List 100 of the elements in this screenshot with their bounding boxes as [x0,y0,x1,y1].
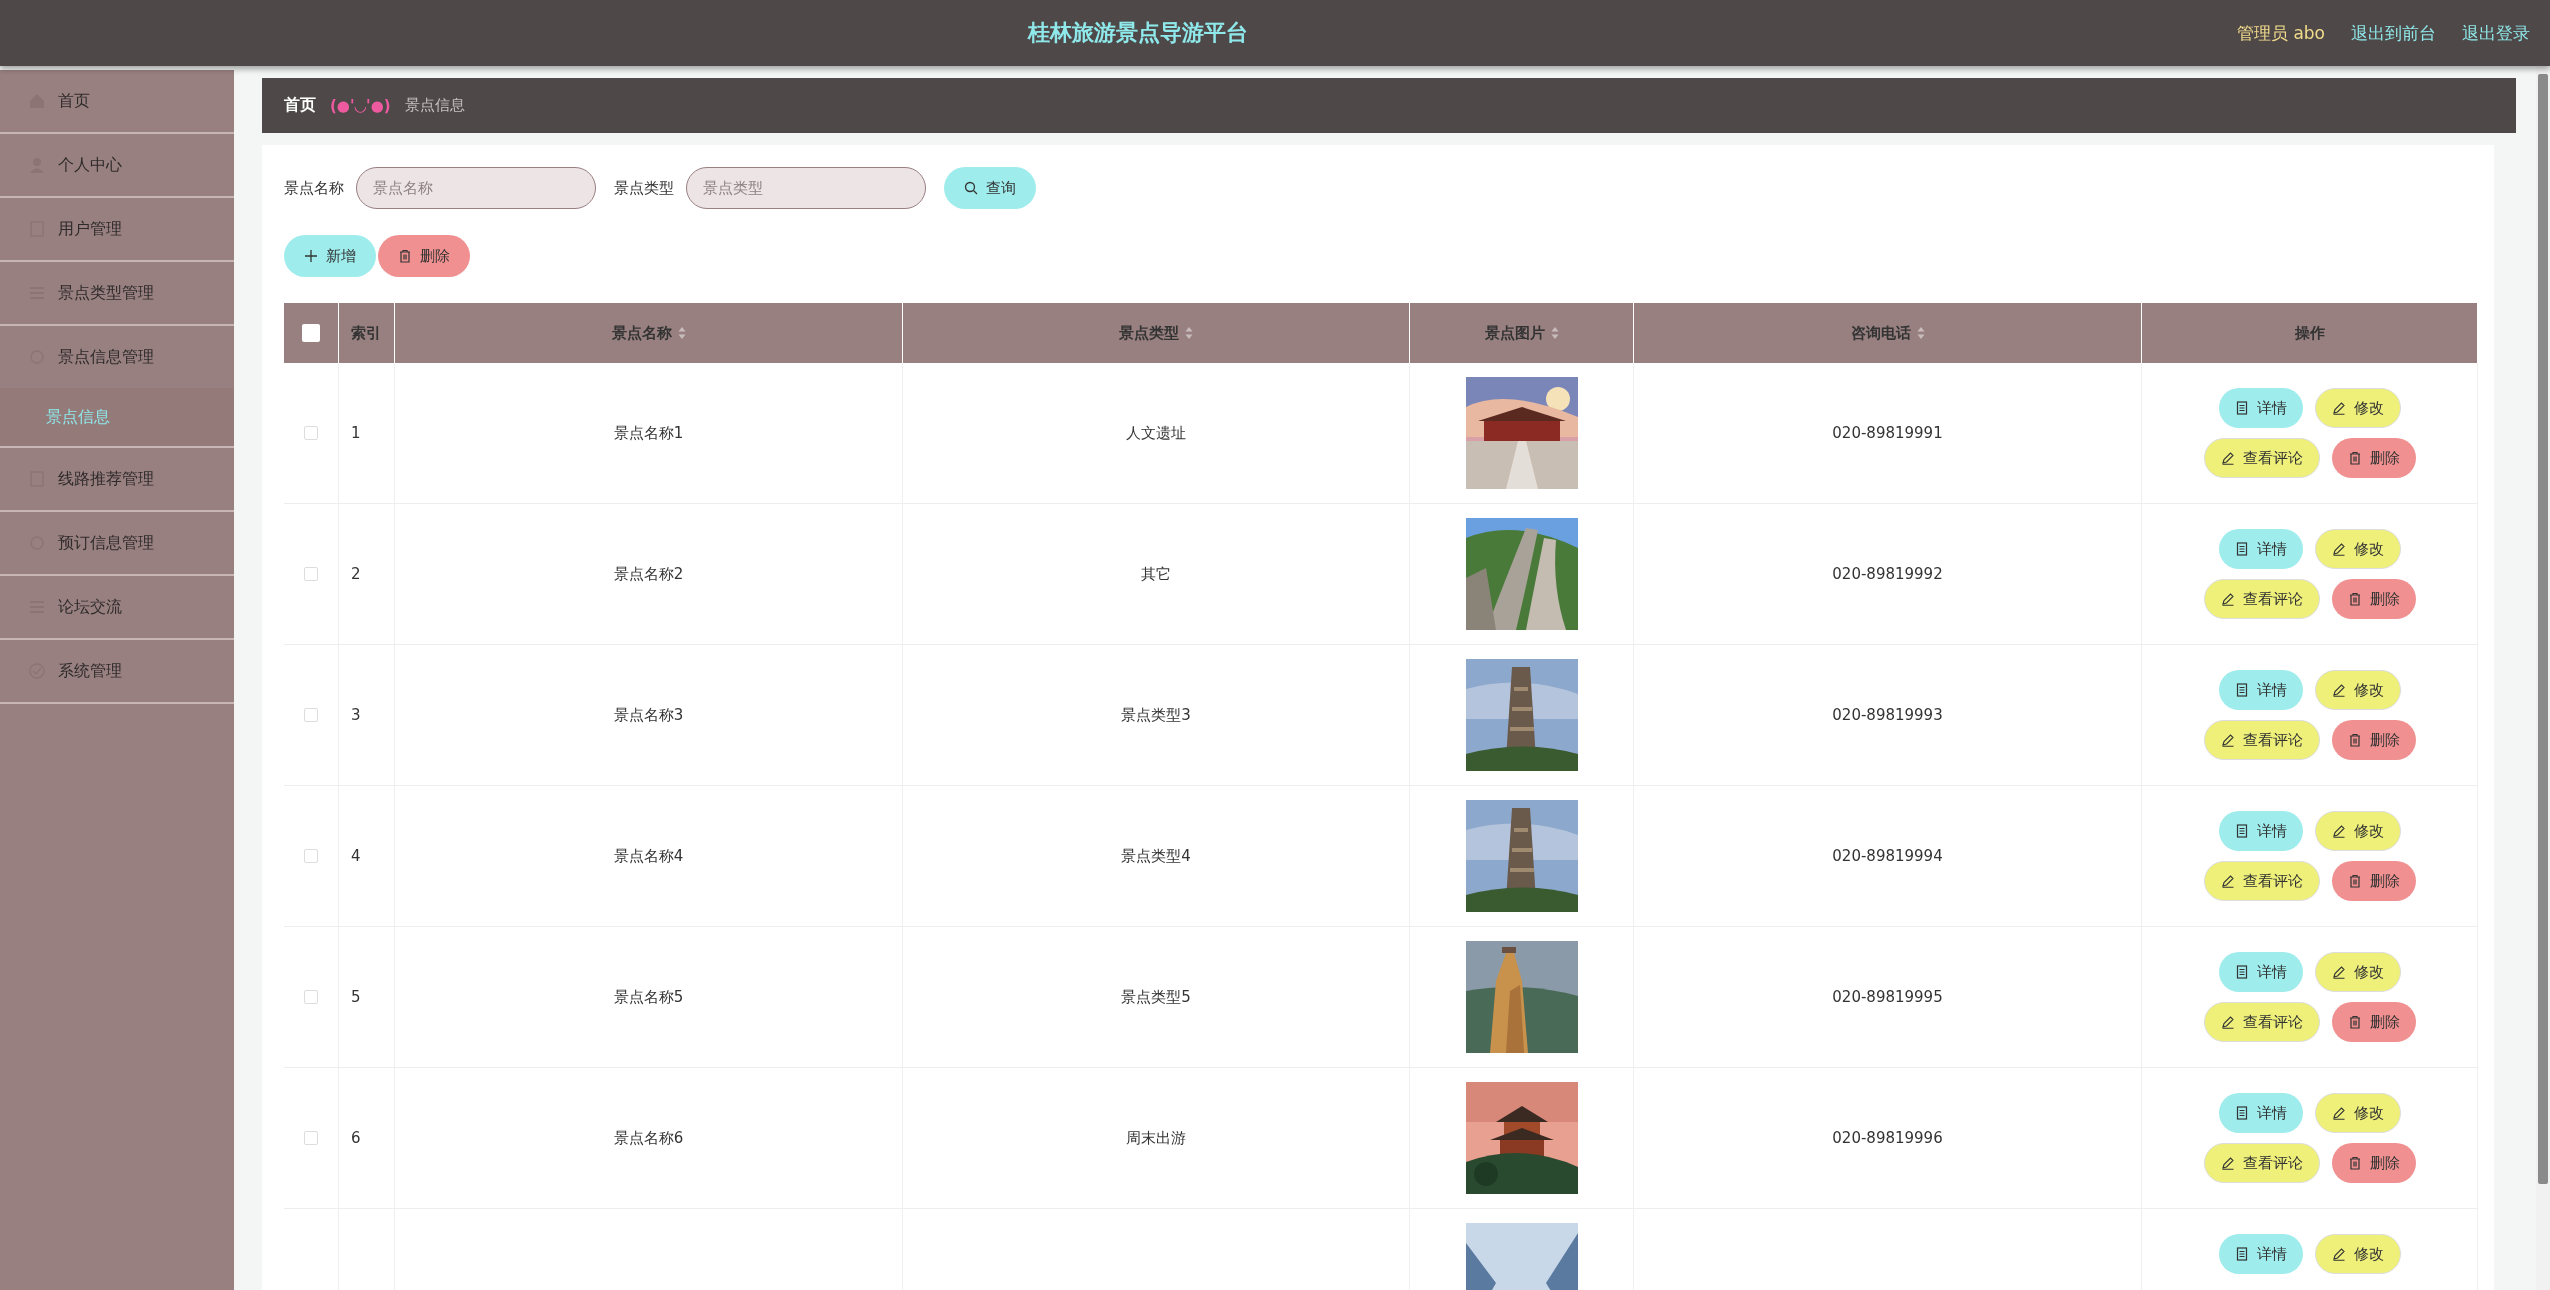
table-cell: 020-89819992 [1634,504,2142,645]
trash-icon [2347,733,2362,747]
pencil-icon [2220,592,2235,606]
comment-button[interactable]: 查看评论 [2203,1002,2320,1042]
delete-button[interactable]: 删除 [378,235,470,277]
column-header: 操作 [2142,303,2478,363]
breadcrumb-current: 景点信息 [404,96,465,115]
table-cell: 020-89819996 [1634,1068,2142,1209]
comment-button[interactable]: 查看评论 [2203,1143,2320,1183]
trash-icon [2347,1156,2362,1170]
sidebar-item[interactable]: 系统管理 [0,640,234,704]
header-link[interactable]: 退出到前台 [2351,21,2436,45]
field-label: 景点名称 [284,178,344,198]
edit-button[interactable]: 修改 [2314,811,2401,851]
detail-button[interactable]: 详情 [2218,529,2303,569]
header-link[interactable]: 退出登录 [2462,21,2530,45]
edit-button[interactable]: 修改 [2314,388,2401,428]
sidebar-item[interactable]: 个人中心 [0,134,234,198]
document-icon [2234,1247,2249,1261]
pencil-icon [2220,1015,2235,1029]
row-checkbox[interactable] [304,567,318,581]
pencil-icon [2220,1156,2235,1170]
sidebar-item[interactable]: 论坛交流 [0,576,234,640]
sidebar-item[interactable]: 用户管理 [0,198,234,262]
pencil-icon [2331,683,2346,697]
pencil-icon [2331,965,2346,979]
delete-button[interactable]: 删除 [2331,1143,2416,1183]
table-cell: 2 [339,504,395,645]
add-button[interactable]: 新增 [284,235,376,277]
trash-icon [2347,1015,2362,1029]
trash-icon [398,249,412,263]
table-cell: 4 [339,786,395,927]
table-cell: 景点类型4 [903,786,1410,927]
row-checkbox[interactable] [304,708,318,722]
table-cell: 020-89819994 [1634,786,2142,927]
field-label: 景点类型 [614,178,674,198]
detail-button[interactable]: 详情 [2218,388,2303,428]
column-header: 索引 [339,303,395,363]
table-cell: 景点类型5 [903,927,1410,1068]
table-cell: 景点名称2 [395,504,903,645]
document-icon [2234,542,2249,556]
table-cell: 景点名称1 [395,363,903,504]
app-title: 桂林旅游景点导游平台 [1026,19,1250,47]
detail-button[interactable]: 详情 [2218,811,2303,851]
search-field[interactable]: 景点名称 [356,167,596,209]
table-cell: 景点名称3 [395,645,903,786]
delete-button[interactable]: 删除 [2331,1002,2416,1042]
select-all-checkbox[interactable] [302,324,320,342]
comment-button[interactable]: 查看评论 [2203,438,2320,478]
detail-button[interactable]: 详情 [2218,1093,2303,1133]
pencil-icon [2220,874,2235,888]
sidebar-item[interactable]: 景点信息管理 [0,326,234,388]
sidebar-item[interactable]: 线路推荐管理 [0,448,234,512]
table-cell: 020-89819995 [1634,927,2142,1068]
scrollbar[interactable] [2536,66,2550,1290]
pencil-icon [2331,1247,2346,1261]
edit-button[interactable]: 修改 [2314,529,2401,569]
document-icon [2234,824,2249,838]
search-field[interactable]: 景点类型 [686,167,926,209]
pencil-icon [2331,824,2346,838]
sidebar-item[interactable]: 首页 [0,70,234,134]
table-cell: 周末出游 [903,1068,1410,1209]
table-cell: 6 [339,1068,395,1209]
pencil-icon [2220,451,2235,465]
plus-icon [304,249,318,263]
delete-button[interactable]: 删除 [2331,579,2416,619]
edit-button[interactable]: 修改 [2314,1234,2401,1274]
pencil-icon [2331,1106,2346,1120]
breadcrumb-link[interactable]: 首页 [284,95,316,116]
edit-button[interactable]: 修改 [2314,1093,2401,1133]
delete-button[interactable]: 删除 [2331,861,2416,901]
table-cell: 其它 [903,504,1410,645]
table-cell: 景点类型3 [903,645,1410,786]
comment-button[interactable]: 查看评论 [2203,861,2320,901]
comment-button[interactable]: 查看评论 [2203,720,2320,760]
table-cell: 人文遗址 [903,363,1410,504]
edit-button[interactable]: 修改 [2314,670,2401,710]
row-checkbox[interactable] [304,990,318,1004]
comment-button[interactable]: 查看评论 [2203,579,2320,619]
trash-icon [2347,451,2362,465]
row-checkbox[interactable] [304,1131,318,1145]
row-checkbox[interactable] [304,426,318,440]
document-icon [2234,401,2249,415]
sidebar-item[interactable]: 景点类型管理 [0,262,234,326]
scroll-thumb[interactable] [2538,74,2548,1184]
document-icon [2234,965,2249,979]
sidebar-item[interactable]: 预订信息管理 [0,512,234,576]
trash-icon [2347,592,2362,606]
delete-button[interactable]: 删除 [2331,438,2416,478]
detail-button[interactable]: 详情 [2218,952,2303,992]
table-cell: 020-89819993 [1634,645,2142,786]
edit-button[interactable]: 修改 [2314,952,2401,992]
search-button[interactable]: 查询 [944,167,1036,209]
table-cell: 景点名称5 [395,927,903,1068]
document-icon [2234,1106,2249,1120]
detail-button[interactable]: 详情 [2218,670,2303,710]
delete-button[interactable]: 删除 [2331,720,2416,760]
detail-button[interactable]: 详情 [2218,1234,2303,1274]
row-checkbox[interactable] [304,849,318,863]
trash-icon [2347,874,2362,888]
